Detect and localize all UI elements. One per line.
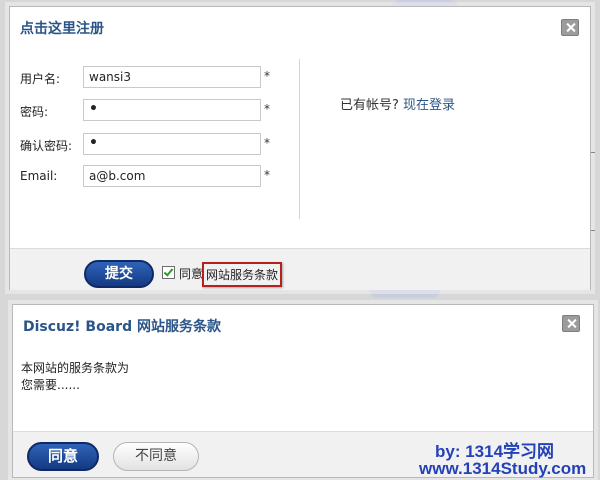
terms-body-line: 您需要...... [21,378,80,392]
required-marker: * [264,136,270,150]
close-terms-button[interactable] [562,315,580,332]
password-input[interactable] [83,99,261,121]
required-marker: * [264,168,270,182]
agree-button[interactable]: 同意 [27,442,99,471]
username-row: 用户名: * [10,66,300,90]
login-hint: 已有帐号? 现在登录 [340,94,455,113]
login-prompt: 已有帐号? [340,98,399,113]
username-input[interactable] [83,66,261,88]
confirm-password-row: 确认密码: * [10,133,300,157]
required-marker: * [264,102,270,116]
confirm-password-input[interactable] [83,133,261,155]
register-footer: 提交 同意 网站服务条款 [10,248,590,290]
submit-button[interactable]: 提交 [84,260,154,288]
terms-dialog-title: Discuz! Board 网站服务条款 [23,319,221,335]
password-label: 密码: [20,105,49,119]
confirm-password-label: 确认密码: [20,139,73,153]
form-divider [299,59,300,219]
terms-body: 本网站的服务条款为 您需要...... [21,360,129,394]
register-dialog: 点击这里注册 用户名: * 密码: * 确认密码: * Email: * 已有帐… [9,6,591,290]
register-dialog-title[interactable]: 点击这里注册 [20,18,104,38]
password-row: 密码: * [10,99,300,123]
close-register-button[interactable] [561,19,579,36]
username-label: 用户名: [20,72,61,86]
checkmark-icon [163,266,174,277]
watermark-url: www.1314Study.com [419,459,587,478]
terms-body-line: 本网站的服务条款为 [21,361,130,375]
agree-label: 同意 [179,267,204,281]
email-label: Email: [20,169,58,183]
terms-link[interactable]: 网站服务条款 [202,262,283,287]
required-marker: * [264,69,270,83]
disagree-button[interactable]: 不同意 [113,442,199,471]
email-row: Email: * [10,165,300,189]
agree-checkbox[interactable] [162,266,175,279]
email-input[interactable] [83,165,261,187]
login-link[interactable]: 现在登录 [403,98,455,113]
